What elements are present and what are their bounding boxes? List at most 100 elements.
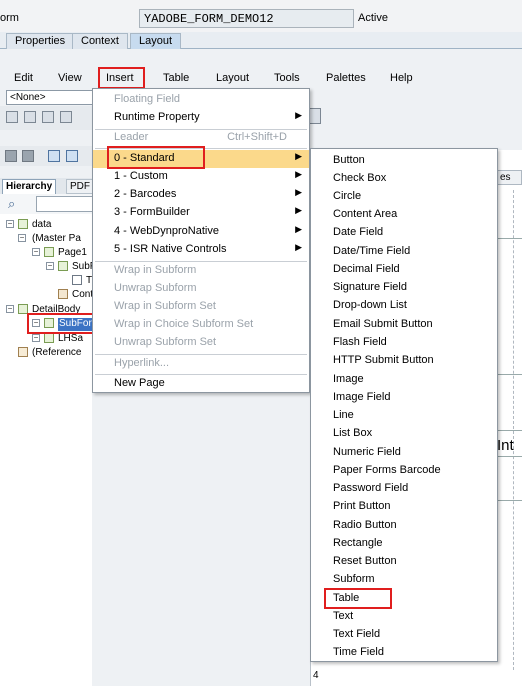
align-right-icon[interactable] <box>42 111 54 123</box>
grid-icon[interactable] <box>48 150 60 162</box>
object-text-field[interactable]: Text Field <box>333 628 380 640</box>
canvas-row-number: 4 <box>313 670 319 681</box>
collapse-icon[interactable]: − <box>46 262 54 270</box>
object-http-submit-button[interactable]: HTTP Submit Button <box>333 354 434 366</box>
object-image[interactable]: Image <box>333 373 364 385</box>
menu-item-label: 5 - ISR Native Controls <box>114 243 227 255</box>
menu-item-custom[interactable]: 1 - Custom ▶ <box>93 168 309 186</box>
tree-node-page1[interactable]: Page1 <box>58 247 87 258</box>
align-center-icon[interactable] <box>24 111 36 123</box>
collapse-icon[interactable]: − <box>32 334 40 342</box>
menu-item-label: New Page <box>114 377 165 389</box>
object-list-box[interactable]: List Box <box>333 427 372 439</box>
object-numeric-field[interactable]: Numeric Field <box>333 446 401 458</box>
tree-node-lhs[interactable]: LHSa <box>58 333 83 344</box>
menu-item-barcodes[interactable]: 2 - Barcodes ▶ <box>93 186 309 204</box>
tree-node-master-pages[interactable]: (Master Pa <box>32 233 81 244</box>
object-reset-button[interactable]: Reset Button <box>333 555 397 567</box>
object-flash-field[interactable]: Flash Field <box>333 336 387 348</box>
menu-item-hyperlink[interactable]: Hyperlink... <box>93 355 309 373</box>
menu-help[interactable]: Help <box>390 72 413 84</box>
menu-item-unwrap-subform[interactable]: Unwrap Subform <box>93 280 309 298</box>
font-combo[interactable]: <None> <box>6 90 94 105</box>
menu-tools[interactable]: Tools <box>274 72 300 84</box>
tab-hierarchy[interactable]: Hierarchy <box>2 179 57 194</box>
collapse-icon[interactable]: − <box>6 305 14 313</box>
menu-item-runtime-property[interactable]: Runtime Property ▶ <box>93 109 309 127</box>
menu-item-formbuilder[interactable]: 3 - FormBuilder ▶ <box>93 204 309 222</box>
back-icon[interactable] <box>5 150 17 162</box>
menu-item-label: 4 - WebDynproNative <box>114 225 219 237</box>
object-time-field[interactable]: Time Field <box>333 646 384 658</box>
tab-properties[interactable]: Properties <box>6 33 75 49</box>
collapse-icon[interactable]: − <box>6 220 14 228</box>
object-email-submit-button[interactable]: Email Submit Button <box>333 318 433 330</box>
canvas-tab[interactable]: es <box>497 170 522 185</box>
hierarchy-tree: − data − (Master Pa − Page1 − SubF T Con… <box>0 214 96 686</box>
tab-context[interactable]: Context <box>72 33 128 49</box>
menu-view[interactable]: View <box>58 72 82 84</box>
menu-item-unwrap-subform-set[interactable]: Unwrap Subform Set <box>93 334 309 352</box>
align-left-icon[interactable] <box>6 111 18 123</box>
tab-pdf[interactable]: PDF <box>66 179 94 194</box>
menu-layout[interactable]: Layout <box>216 72 249 84</box>
object-password-field[interactable]: Password Field <box>333 482 408 494</box>
menu-item-floating-field[interactable]: Floating Field <box>93 91 309 109</box>
canvas-line <box>498 374 522 375</box>
object-content-area[interactable]: Content Area <box>333 208 397 220</box>
object-radio-button[interactable]: Radio Button <box>333 519 397 531</box>
tab-layout[interactable]: Layout <box>130 33 182 49</box>
object-decimal-field[interactable]: Decimal Field <box>333 263 400 275</box>
object-image-field[interactable]: Image Field <box>333 391 390 403</box>
collapse-icon[interactable]: − <box>32 248 40 256</box>
menu-item-webdynpronative[interactable]: 4 - WebDynproNative ▶ <box>93 223 309 241</box>
table-highlight-box <box>324 588 392 609</box>
menu-item-shortcut: Ctrl+Shift+D <box>227 131 287 143</box>
menu-item-wrap-in-subform[interactable]: Wrap in Subform <box>93 262 309 280</box>
object-signature-field[interactable]: Signature Field <box>333 281 407 293</box>
object-paper-forms-barcode[interactable]: Paper Forms Barcode <box>333 464 441 476</box>
submenu-arrow-icon: ▶ <box>295 169 302 179</box>
object-line[interactable]: Line <box>333 409 354 421</box>
toolbar-end-icon[interactable] <box>309 108 321 124</box>
canvas-line <box>498 430 522 431</box>
menu-item-wrap-in-choice-subform-set[interactable]: Wrap in Choice Subform Set <box>93 316 309 334</box>
menu-item-isr-native-controls[interactable]: 5 - ISR Native Controls ▶ <box>93 241 309 259</box>
object-check-box[interactable]: Check Box <box>333 172 386 184</box>
hierarchy-search-input[interactable] <box>36 196 96 212</box>
object-print-button[interactable]: Print Button <box>333 500 390 512</box>
subform-icon <box>44 333 54 343</box>
text-icon <box>72 275 82 285</box>
object-date-field[interactable]: Date Field <box>333 226 383 238</box>
snap-icon[interactable] <box>66 150 78 162</box>
standard-highlight-box <box>107 146 205 169</box>
form-name-field[interactable]: YADOBE_FORM_DEMO12 <box>139 9 354 28</box>
submenu-arrow-icon: ▶ <box>295 187 302 197</box>
menu-table[interactable]: Table <box>163 72 189 84</box>
menu-item-label: Unwrap Subform Set <box>114 336 217 348</box>
tree-node-content-area[interactable]: Cont <box>72 289 93 300</box>
submenu-arrow-icon: ▶ <box>295 110 302 120</box>
menu-item-leader[interactable]: Leader Ctrl+Shift+D <box>93 129 309 147</box>
tree-node-data[interactable]: data <box>32 219 51 230</box>
object-text[interactable]: Text <box>333 610 353 622</box>
canvas-line <box>498 238 522 239</box>
submenu-arrow-icon: ▶ <box>295 151 302 161</box>
forward-icon[interactable] <box>22 150 34 162</box>
collapse-icon[interactable]: − <box>18 234 26 242</box>
menu-palettes[interactable]: Palettes <box>326 72 366 84</box>
object-date-time-field[interactable]: Date/Time Field <box>333 245 410 257</box>
justify-icon[interactable] <box>60 111 72 123</box>
menu-edit[interactable]: Edit <box>14 72 33 84</box>
object-rectangle[interactable]: Rectangle <box>333 537 383 549</box>
menu-item-label: Runtime Property <box>114 111 200 123</box>
menu-item-wrap-in-subform-set[interactable]: Wrap in Subform Set <box>93 298 309 316</box>
object-drop-down-list[interactable]: Drop-down List <box>333 299 407 311</box>
tree-node-referenced[interactable]: (Reference <box>32 347 81 358</box>
search-icon[interactable]: ⌕ <box>8 196 15 212</box>
object-subform[interactable]: Subform <box>333 573 375 585</box>
menu-item-new-page[interactable]: New Page <box>93 375 309 393</box>
object-circle[interactable]: Circle <box>333 190 361 202</box>
menu-item-label: 2 - Barcodes <box>114 188 177 200</box>
object-button[interactable]: Button <box>333 154 365 166</box>
